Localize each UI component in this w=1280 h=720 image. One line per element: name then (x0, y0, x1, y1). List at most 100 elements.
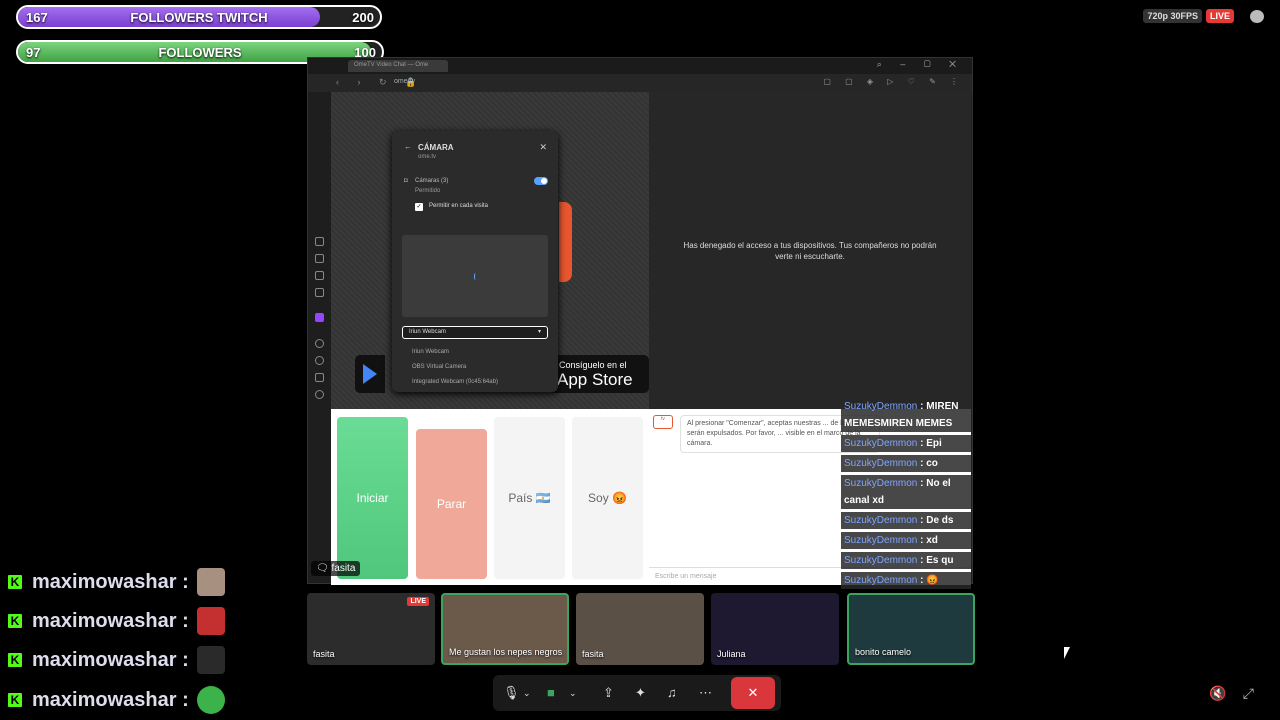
chat-text: : co (920, 458, 938, 469)
kick-chat-row: K maximowashar : (8, 606, 225, 636)
mail-icon[interactable] (315, 288, 324, 297)
camera-option[interactable]: OBS Virtual Camera (412, 364, 466, 370)
twitch-followers-goal: 167 FOLLOWERS TWITCH 200 (16, 5, 382, 29)
play-icon[interactable] (315, 339, 324, 348)
chat-user: SuzukyDemmon (844, 535, 918, 546)
stream-status: 720p 30FPS LIVE (1143, 9, 1264, 23)
start-button[interactable]: Iniciar (337, 417, 408, 579)
participant-tile[interactable]: bonito camelo (847, 593, 975, 665)
participant-name: fasita (582, 649, 604, 659)
chat-text: : Epi (920, 438, 942, 449)
microphone-icon[interactable]: 🎙 (503, 685, 520, 701)
back-arrow-icon[interactable]: ← (404, 142, 412, 151)
google-play-badge[interactable] (355, 355, 385, 393)
orange-tab (559, 202, 572, 282)
hang-up-button[interactable]: ✕ (731, 677, 775, 709)
goal-target: 200 (352, 10, 374, 25)
url-field[interactable]: ome.tv (394, 78, 415, 85)
screen-share-owner: 🗨 fasita (311, 561, 361, 576)
camera-icon[interactable]: ■ (547, 685, 555, 700)
app-store-badge[interactable]: Consíguelo en el App Store (549, 355, 649, 393)
camera-select[interactable]: Iriun Webcam ▾ (402, 326, 548, 339)
extension-icons[interactable]: ▢ ▢ ◈ ▷ ♡ ✎ ⋮ (823, 77, 964, 86)
camera-toggle[interactable] (534, 177, 548, 185)
chat-user: SuzukyDemmon (844, 478, 918, 489)
address-bar: ‹ › ↻ 🔒 ome.tv ▢ ▢ ◈ ▷ ♡ ✎ ⋮ (308, 74, 972, 92)
camera-option[interactable]: Iriun Webcam (412, 349, 449, 355)
kick-icon: K (8, 614, 22, 628)
chevron-down-icon: ▾ (537, 329, 541, 335)
bottom-right-controls[interactable]: 🔇⤢ (1209, 685, 1270, 702)
chat-text: : Es qu (920, 555, 954, 566)
participant-tile[interactable]: Me gustan los nepes negros (441, 593, 569, 665)
chat-user: SuzukyDemmon (844, 575, 918, 586)
goal-label: FOLLOWERS TWITCH (130, 10, 268, 25)
chat-message: SuzukyDemmon : Epi (841, 435, 971, 452)
settings-icon[interactable] (315, 390, 324, 399)
twitch-chat-overlay: SuzukyDemmon : MIREN MEMESMIREN MEMES Su… (841, 398, 971, 592)
checkbox-label: Permitir en cada visita (429, 203, 489, 209)
allow-each-visit-checkbox[interactable]: ✓ (415, 203, 423, 211)
camera-preview (402, 235, 548, 317)
participant-tile[interactable]: Juliana (711, 593, 839, 665)
chevron-down-icon[interactable]: ⌄ (523, 688, 531, 699)
chat-user: SuzukyDemmon (844, 458, 918, 469)
cameras-label: Cámaras (3) (415, 178, 449, 184)
participant-name: Me gustan los nepes negros (449, 647, 563, 657)
tag-icon[interactable] (315, 373, 324, 382)
activities-icon[interactable]: ✦ (635, 685, 646, 701)
chat-user: maximowashar : (32, 609, 189, 632)
kick-chat-row: K maximowashar : (8, 685, 225, 715)
close-icon[interactable]: ✕ (539, 142, 547, 153)
owner-name: fasita (331, 563, 356, 574)
stop-button[interactable]: Parar (416, 429, 487, 579)
window-controls[interactable]: ⌕ – ▢ ✕ (877, 59, 964, 70)
bot-icon[interactable] (315, 254, 324, 263)
chat-user: SuzukyDemmon (844, 555, 918, 566)
participant-tile[interactable]: LIVE fasita (307, 593, 435, 665)
popup-title: CÁMARA (418, 143, 454, 152)
twitch-icon[interactable] (315, 313, 324, 322)
clock-icon[interactable] (315, 356, 324, 365)
chat-user: SuzukyDemmon (844, 438, 918, 449)
mouse-cursor-icon (1064, 647, 1070, 659)
chat-user: maximowashar : (32, 648, 189, 671)
participant-name: Juliana (717, 649, 746, 659)
kick-chat-row: K maximowashar : (8, 567, 225, 597)
chat-message: SuzukyDemmon : co (841, 455, 971, 472)
soundboard-icon[interactable]: ♫ (667, 685, 677, 700)
chat-message: SuzukyDemmon : 😡 (841, 572, 971, 589)
chat-message: SuzukyDemmon : Es qu (841, 552, 971, 569)
browser-sidebar (308, 92, 331, 583)
more-icon[interactable]: ⋯ (699, 685, 712, 701)
camera-option[interactable]: Integrated Webcam (0c45:64ab) (412, 379, 498, 385)
play-store-icon (363, 364, 377, 384)
resolution-badge: 720p 30FPS (1143, 9, 1202, 23)
chat-user: maximowashar : (32, 688, 189, 711)
access-denied-message: Has denegado el acceso a tus dispositivo… (683, 241, 937, 261)
kick-icon: K (8, 693, 22, 707)
chat-bubble-icon[interactable] (1250, 9, 1264, 23)
ome-logo-icon: tv (653, 415, 673, 429)
chat-text: : xd (920, 535, 938, 546)
image-icon[interactable] (315, 271, 324, 280)
screen-share-icon[interactable]: ⇪ (603, 685, 614, 701)
history-icon[interactable] (315, 237, 324, 246)
permission-status: Permitido (415, 188, 441, 194)
call-toolbar: 🎙 ⌄ ■ ⌄ ⇪ ✦ ♫ ⋯ ✕ (493, 675, 781, 711)
emote-icon (196, 607, 225, 635)
participant-name: fasita (313, 649, 335, 659)
chat-message: SuzukyDemmon : No el canal xd (841, 475, 971, 509)
emote-icon (196, 646, 225, 674)
chat-text: : 😡 (920, 575, 939, 586)
chat-user: SuzukyDemmon (844, 515, 918, 526)
participant-name: bonito camelo (855, 647, 912, 657)
loading-spinner-icon (474, 273, 477, 280)
self-video: lea Consíguelo en el App Store ← CÁMARA … (331, 92, 649, 409)
chat-user: SuzukyDemmon (844, 401, 918, 412)
chevron-down-icon[interactable]: ⌄ (569, 688, 577, 699)
participant-tile[interactable]: fasita (576, 593, 704, 665)
browser-tab[interactable]: OmeTV Video Chat — Ome (348, 60, 448, 72)
country-button[interactable]: País 🇦🇷 (494, 417, 565, 579)
gender-button[interactable]: Soy 😡 (572, 417, 643, 579)
